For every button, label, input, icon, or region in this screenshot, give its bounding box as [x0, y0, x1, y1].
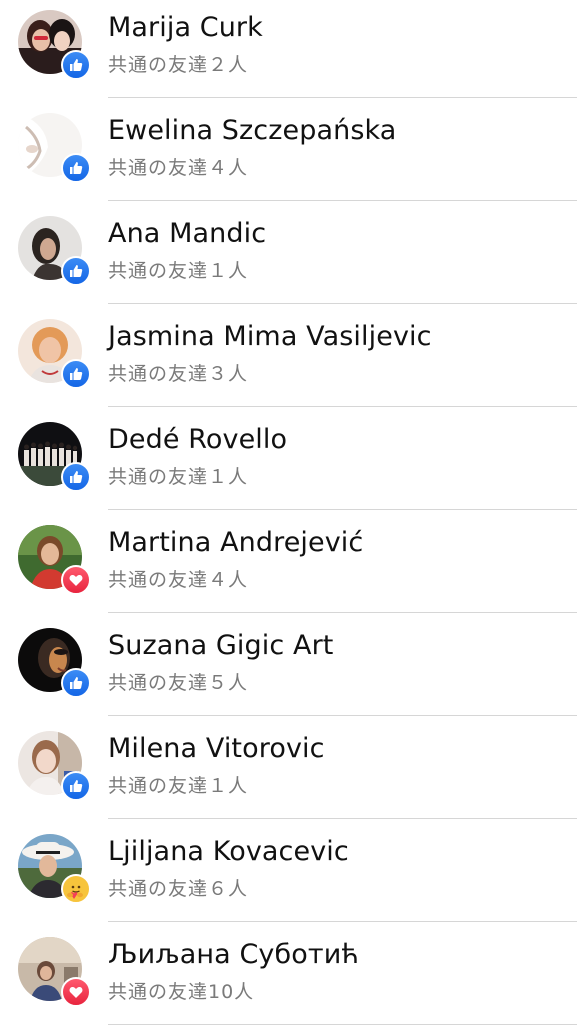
mutual-friends-count: 共通の友達１人 [108, 775, 249, 797]
list-item[interactable]: Ewelina Szczepańska 共通の友達４人 [0, 98, 577, 201]
mutual-friends-count: 共通の友達10人 [108, 981, 255, 1003]
like-icon [61, 50, 91, 80]
person-name: Dedé Rovello [108, 424, 288, 455]
love-icon [61, 565, 91, 595]
mutual-friends-count: 共通の友達２人 [108, 54, 249, 76]
mutual-friends-count: 共通の友達４人 [108, 157, 249, 179]
reactions-list: Marija Curk 共通の友達２人 Ewelina Szczepańska … [0, 0, 577, 1025]
person-name: Ewelina Szczepańska [108, 115, 397, 146]
list-item[interactable]: Milena Vitorovic 共通の友達１人 [0, 716, 577, 819]
like-icon [61, 771, 91, 801]
list-item[interactable]: Dedé Rovello 共通の友達１人 [0, 407, 577, 510]
person-name: Marija Curk [108, 12, 263, 43]
mutual-friends-count: 共通の友達４人 [108, 569, 249, 591]
person-name: Ana Mandic [108, 218, 267, 249]
mutual-friends-count: 共通の友達５人 [108, 672, 249, 694]
mutual-friends-count: 共通の友達１人 [108, 260, 249, 282]
mutual-friends-count: 共通の友達１人 [108, 466, 249, 488]
list-item[interactable]: Jasmina Mima Vasiljevic 共通の友達３人 [0, 304, 577, 407]
list-item[interactable]: Marija Curk 共通の友達２人 [0, 0, 577, 98]
like-icon [61, 256, 91, 286]
person-name: Љиљана Суботић [108, 939, 360, 970]
care-icon [61, 874, 91, 904]
list-item[interactable]: Ana Mandic 共通の友達１人 [0, 201, 577, 304]
like-icon [61, 359, 91, 389]
mutual-friends-count: 共通の友達３人 [108, 363, 249, 385]
person-name: Ljiljana Kovacevic [108, 836, 349, 867]
person-name: Suzana Gigic Art [108, 630, 334, 661]
mutual-friends-count: 共通の友達６人 [108, 878, 249, 900]
like-icon [61, 462, 91, 492]
person-name: Milena Vitorovic [108, 733, 325, 764]
person-name: Jasmina Mima Vasiljevic [108, 321, 432, 352]
list-item[interactable]: Suzana Gigic Art 共通の友達５人 [0, 613, 577, 716]
like-icon [61, 668, 91, 698]
list-item[interactable]: Ljiljana Kovacevic 共通の友達６人 [0, 819, 577, 922]
list-item[interactable]: Martina Andrejević 共通の友達４人 [0, 510, 577, 613]
like-icon [61, 153, 91, 183]
love-icon [61, 977, 91, 1007]
person-name: Martina Andrejević [108, 527, 364, 558]
list-item[interactable]: Љиљана Суботић 共通の友達10人 [0, 922, 577, 1025]
